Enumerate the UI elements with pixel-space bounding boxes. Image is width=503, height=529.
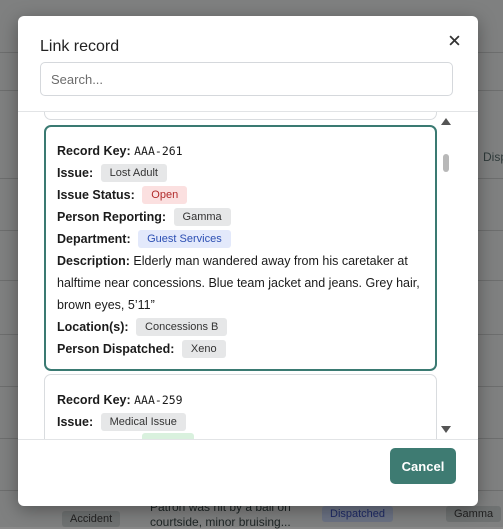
modal-title: Link record <box>40 38 120 55</box>
bg-status-tag: Dispatched <box>322 506 394 522</box>
record-card[interactable] <box>44 112 437 120</box>
scroll-up-icon[interactable] <box>441 118 451 125</box>
status-badge: Open <box>142 186 188 204</box>
issue-status-row: Issue Status: Open <box>57 184 424 206</box>
divider <box>18 439 478 440</box>
department-label: Department: <box>57 232 131 246</box>
bg-issue-tag: Accident <box>62 511 121 527</box>
issue-status-label: Issue Status: <box>57 188 135 202</box>
record-list: Record Key: AAA-261 Issue: Lost Adult Is… <box>18 112 478 439</box>
scroll-down-icon[interactable] <box>441 426 451 433</box>
record-key-row: Record Key: AAA-261 <box>57 140 424 162</box>
issue-label: Issue: <box>57 415 94 429</box>
person-dispatched-tag: Xeno <box>181 340 226 358</box>
locations-label: Location(s): <box>57 320 129 334</box>
search-input[interactable] <box>40 62 453 96</box>
department-row: Department: Guest Services <box>57 228 424 250</box>
description-row: Description: Elderly man wandered away f… <box>57 250 424 316</box>
record-key-label: Record Key: <box>57 144 131 158</box>
issue-row: Issue: Lost Adult <box>57 162 424 184</box>
record-key-label: Record Key: <box>57 393 131 407</box>
record-key-row: Record Key: AAA-259 <box>57 389 424 411</box>
department-tag: Guest Services <box>138 230 231 248</box>
person-dispatched-row: Person Dispatched: Xeno <box>57 338 424 360</box>
scrollbar-thumb[interactable] <box>443 154 449 172</box>
issue-tag: Lost Adult <box>100 164 167 182</box>
link-record-modal: Link record Record Key: AAA-261 Issue: L… <box>18 16 478 506</box>
record-card-selected[interactable]: Record Key: AAA-261 Issue: Lost Adult Is… <box>44 125 437 371</box>
scrollbar[interactable] <box>440 112 454 439</box>
record-key-value: AAA-259 <box>134 393 183 407</box>
person-dispatched-label: Person Dispatched: <box>57 342 175 356</box>
bg-column-header: Disp <box>483 150 503 164</box>
close-icon <box>448 34 460 46</box>
bg-person-tag: Gamma <box>446 506 502 522</box>
description-label: Description: <box>57 254 130 268</box>
issue-label: Issue: <box>57 166 94 180</box>
person-reporting-tag: Gamma <box>173 208 231 226</box>
record-key-value: AAA-261 <box>134 144 183 158</box>
issue-tag: Medical Issue <box>100 413 186 431</box>
record-card[interactable]: Record Key: AAA-259 Issue: Medical Issue… <box>44 374 437 439</box>
location-tag: Concessions B <box>136 318 228 336</box>
person-reporting-row: Person Reporting: Gamma <box>57 206 424 228</box>
locations-row: Location(s): Concessions B <box>57 316 424 338</box>
issue-row: Issue: Medical Issue <box>57 411 424 433</box>
person-reporting-label: Person Reporting: <box>57 210 167 224</box>
cancel-button[interactable]: Cancel <box>390 448 456 484</box>
close-button[interactable] <box>444 30 464 50</box>
